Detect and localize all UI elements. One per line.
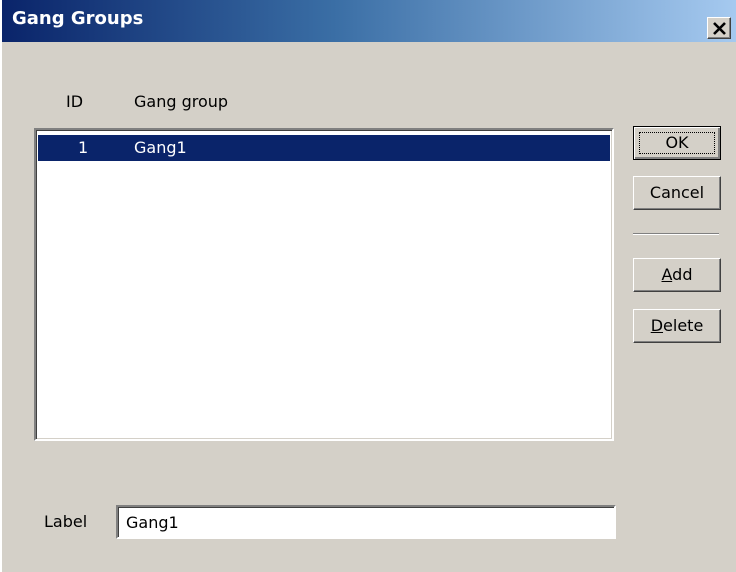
column-header-id[interactable]: ID <box>66 92 83 111</box>
ok-button-label: OK <box>639 132 715 154</box>
window-title: Gang Groups <box>12 8 144 29</box>
gang-group-list[interactable]: 1 Gang1 <box>34 128 614 441</box>
cancel-button[interactable]: Cancel <box>633 176 721 210</box>
title-bar[interactable]: Gang Groups <box>2 0 736 42</box>
gang-groups-dialog: Gang Groups ID Gang group 1 Gang1 OK Can… <box>0 0 736 572</box>
ok-button[interactable]: OK <box>633 126 721 160</box>
close-button[interactable] <box>707 17 731 39</box>
add-button[interactable]: Add <box>633 258 721 292</box>
delete-button[interactable]: Delete <box>633 309 721 343</box>
label-input[interactable] <box>116 505 616 539</box>
column-header-gang-group[interactable]: Gang group <box>134 92 228 111</box>
label-field-label: Label <box>44 512 88 531</box>
list-item-name: Gang1 <box>134 138 187 157</box>
list-item[interactable]: 1 Gang1 <box>38 135 610 161</box>
list-item-id: 1 <box>78 138 89 157</box>
button-separator <box>633 233 719 235</box>
close-icon <box>713 22 726 35</box>
